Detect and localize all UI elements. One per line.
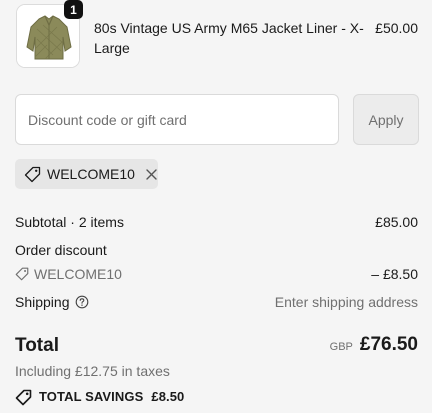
order-discount-label: Order discount: [15, 242, 107, 258]
order-discount-value: – £8.50: [371, 266, 418, 282]
order-discount-row: Order discount: [15, 241, 418, 259]
order-discount-code-row: WELCOME10 – £8.50: [15, 265, 418, 283]
applied-discount-chip: WELCOME10: [15, 159, 158, 189]
close-icon: [146, 168, 157, 180]
shipping-row: Shipping Enter shipping address: [15, 293, 418, 311]
tag-icon: [15, 267, 29, 281]
remove-code-button[interactable]: [145, 168, 158, 181]
tag-icon: [24, 166, 41, 183]
total-savings-value: £8.50: [151, 389, 185, 404]
total-amount: £76.50: [359, 334, 418, 355]
apply-button[interactable]: Apply: [353, 94, 419, 145]
product-price: £50.00: [375, 20, 418, 36]
help-circle-icon[interactable]: [75, 295, 89, 309]
taxes-row: Including £12.75 in taxes: [15, 362, 418, 380]
shipping-value: Enter shipping address: [274, 294, 418, 310]
shipping-label: Shipping: [15, 294, 70, 310]
discount-code-input[interactable]: [15, 94, 339, 145]
subtotal-label: Subtotal · 2 items: [15, 214, 124, 230]
currency-code: GBP: [329, 341, 353, 353]
taxes-note: Including £12.75 in taxes: [15, 363, 170, 379]
subtotal-value: £85.00: [375, 214, 418, 230]
cart-line-item: 1 80s Vintage US Army M65 Jacket Liner -…: [16, 0, 418, 68]
applied-code-label: WELCOME10: [47, 166, 135, 182]
tag-icon: [15, 389, 32, 406]
order-discount-code: WELCOME10: [34, 266, 122, 282]
total-savings-row: TOTAL SAVINGS £8.50: [15, 388, 418, 406]
total-label: Total: [15, 335, 59, 356]
total-savings-label: TOTAL SAVINGS: [39, 389, 144, 404]
subtotal-row: Subtotal · 2 items £85.00: [15, 213, 418, 231]
total-row: Total GBP £76.50: [15, 333, 418, 359]
quantity-badge: 1: [64, 0, 83, 19]
product-title: 80s Vintage US Army M65 Jacket Liner - X…: [94, 20, 364, 56]
